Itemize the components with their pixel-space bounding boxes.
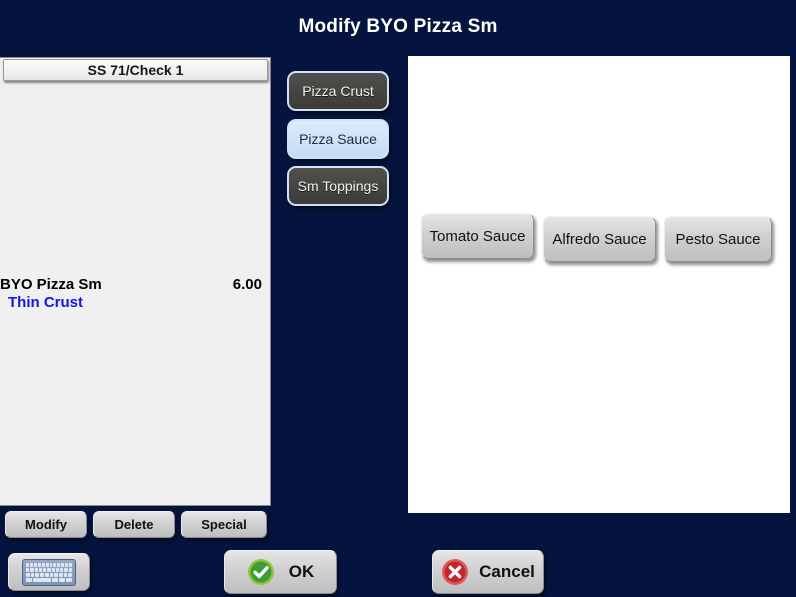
keyboard-key <box>66 577 72 582</box>
keyboard-key <box>49 572 54 577</box>
window-title-bar: Modify BYO Pizza Sm <box>0 0 796 54</box>
keyboard-key <box>47 567 51 572</box>
keyboard-key <box>60 567 64 572</box>
keyboard-key <box>59 577 65 582</box>
keyboard-key <box>69 562 73 567</box>
delete-button[interactable]: Delete <box>93 511 175 538</box>
keyboard-key <box>64 567 68 572</box>
option-label: Tomato Sauce <box>429 227 526 245</box>
special-button[interactable]: Special <box>181 511 267 538</box>
keyboard-key <box>37 562 41 567</box>
keyboard-key <box>51 567 55 572</box>
option-button-alfredo-sauce[interactable]: Alfredo Sauce <box>543 216 656 262</box>
special-button-label: Special <box>201 517 247 532</box>
order-item-price: 6.00 <box>232 276 262 293</box>
keyboard-key <box>43 567 47 572</box>
red-x-circle-icon <box>441 558 469 586</box>
cancel-button-label: Cancel <box>479 562 535 581</box>
keyboard-key <box>45 562 49 567</box>
ok-button[interactable]: OK <box>224 550 337 594</box>
category-label: Pizza Sauce <box>299 131 377 147</box>
keyboard-key <box>38 567 43 572</box>
keyboard-key <box>26 567 30 572</box>
green-check-circle-icon <box>247 558 275 586</box>
category-label: Sm Toppings <box>297 178 379 194</box>
keyboard-key <box>65 562 69 567</box>
keyboard-key <box>33 562 37 567</box>
keyboard-key <box>57 562 61 567</box>
cancel-button[interactable]: Cancel <box>432 550 544 594</box>
order-item-line: BYO Pizza Sm 6.00 <box>0 276 270 293</box>
option-button-tomato-sauce[interactable]: Tomato Sauce <box>421 213 534 259</box>
option-label: Pesto Sauce <box>675 230 761 248</box>
category-button-sm-toppings[interactable]: Sm Toppings <box>287 166 389 206</box>
keyboard-button[interactable] <box>8 553 90 591</box>
keyboard-key <box>35 572 40 577</box>
order-item-list[interactable]: BYO Pizza Sm 6.00 Thin Crust <box>0 85 270 503</box>
option-label: Alfredo Sauce <box>552 230 647 248</box>
option-panel <box>408 56 790 513</box>
list-item[interactable]: BYO Pizza Sm 6.00 Thin Crust <box>0 276 270 312</box>
page-title: Modify BYO Pizza Sm <box>298 16 498 37</box>
keyboard-key <box>49 562 53 567</box>
keyboard-icon-row <box>26 562 73 567</box>
keyboard-key <box>41 562 45 567</box>
keyboard-icon-row <box>26 567 72 572</box>
keyboard-key <box>26 572 30 577</box>
keyboard-key <box>30 567 34 572</box>
category-label: Pizza Crust <box>302 83 374 99</box>
keyboard-key <box>52 577 58 582</box>
keyboard-key <box>55 567 60 572</box>
keyboard-key <box>61 562 65 567</box>
keyboard-key <box>29 562 33 567</box>
keyboard-key <box>30 572 35 577</box>
keyboard-key <box>58 572 63 577</box>
ok-button-label: OK <box>288 562 315 581</box>
option-button-pesto-sauce[interactable]: Pesto Sauce <box>664 216 772 262</box>
check-label: SS 71/Check 1 <box>87 62 184 78</box>
keyboard-key <box>44 572 49 577</box>
keyboard-key <box>26 562 29 567</box>
order-panel-header: SS 71/Check 1 <box>3 59 268 81</box>
keyboard-key <box>63 572 68 577</box>
keyboard-spacebar <box>33 577 51 582</box>
keyboard-key <box>54 572 58 577</box>
keyboard-key <box>26 577 32 582</box>
keyboard-key <box>34 567 38 572</box>
keyboard-key <box>68 567 72 572</box>
order-item-name: BYO Pizza Sm <box>0 276 102 293</box>
order-item-modifier: Thin Crust <box>8 294 83 311</box>
category-button-pizza-crust[interactable]: Pizza Crust <box>287 71 389 111</box>
modify-button-label: Modify <box>25 517 67 532</box>
category-button-pizza-sauce[interactable]: Pizza Sauce <box>287 119 389 159</box>
keyboard-key <box>53 562 57 567</box>
keyboard-key <box>68 572 73 577</box>
keyboard-icon-row <box>26 577 72 582</box>
keyboard-key <box>40 572 44 577</box>
modify-button[interactable]: Modify <box>5 511 87 538</box>
delete-button-label: Delete <box>114 517 154 532</box>
keyboard-icon-row <box>26 572 73 577</box>
keyboard-icon <box>22 558 76 586</box>
